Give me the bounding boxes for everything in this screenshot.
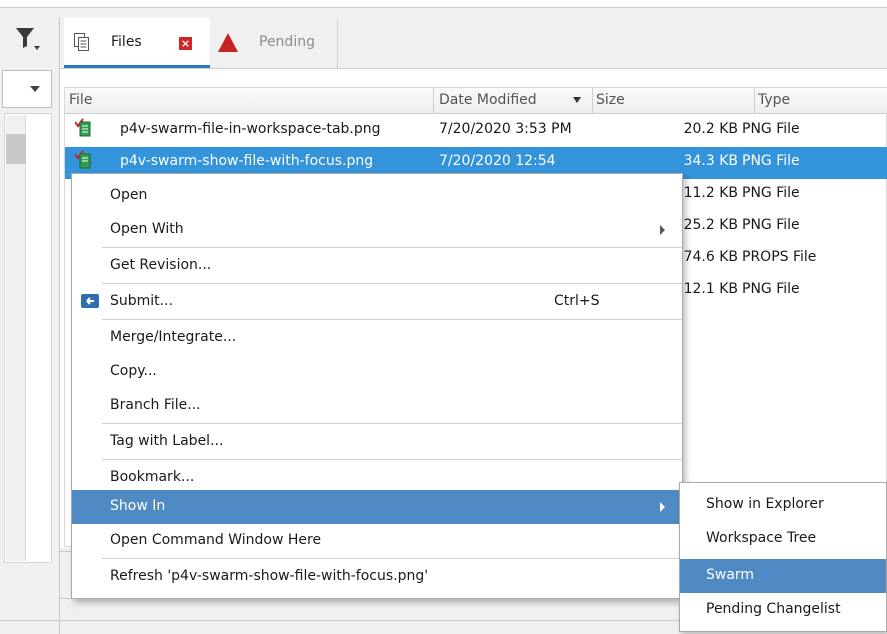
tab-pending[interactable]: Pending: [212, 18, 338, 68]
file-name: p4v-swarm-file-in-workspace-tab.png: [120, 121, 381, 137]
file-type: PNG File: [742, 281, 800, 297]
menu-item-label: Copy...: [110, 363, 157, 379]
close-icon[interactable]: ×: [179, 37, 192, 50]
left-list: [4, 113, 52, 563]
menu-separator: [102, 319, 682, 320]
menu-separator: [102, 283, 682, 284]
filter-icon[interactable]: [14, 24, 42, 54]
file-size: 34.3 KB: [683, 153, 738, 169]
sort-descending-icon: [573, 97, 581, 103]
menu-item-label: Show In: [110, 498, 166, 514]
context-menu: Open Open With Get Revision... Submit...…: [71, 173, 683, 599]
column-header-file[interactable]: File: [69, 92, 92, 108]
menu-item-merge-integrate[interactable]: Merge/Integrate...: [72, 321, 682, 355]
window-top-edge: [0, 0, 887, 8]
menu-item-shortcut: Ctrl+S: [554, 293, 600, 309]
menu-item-label: Refresh 'p4v-swarm-show-file-with-focus.…: [110, 568, 429, 584]
menu-item-label: Open Command Window Here: [110, 532, 322, 548]
menu-item-label: Workspace Tree: [706, 530, 817, 546]
chevron-down-icon[interactable]: [30, 86, 40, 92]
menu-item-open-command-window[interactable]: Open Command Window Here: [72, 524, 682, 558]
scrollbar-thumb[interactable]: [6, 134, 26, 164]
menu-item-label: Tag with Label...: [110, 433, 224, 449]
file-type: PNG File: [742, 185, 800, 201]
chevron-right-icon: [660, 502, 665, 512]
show-in-submenu: Show in Explorer Workspace Tree Swarm Pe…: [679, 482, 887, 632]
filter-dropdown[interactable]: [2, 70, 52, 108]
scrollbar[interactable]: [6, 115, 26, 561]
column-header-date-modified[interactable]: Date Modified: [439, 92, 537, 108]
file-checked-out-icon: [74, 118, 91, 138]
tab-files-label: Files: [111, 34, 142, 50]
column-divider[interactable]: [754, 88, 755, 114]
menu-item-label: Open: [110, 187, 148, 203]
submit-icon: [80, 292, 100, 310]
tab-pending-label: Pending: [259, 34, 315, 50]
menu-item-label: Show in Explorer: [706, 496, 824, 512]
menu-item-branch-file[interactable]: Branch File...: [72, 389, 682, 423]
grid-header: File Date Modified Size Type: [65, 88, 887, 114]
column-header-type[interactable]: Type: [758, 92, 790, 108]
file-checked-out-icon: [74, 150, 91, 170]
menu-item-label: Merge/Integrate...: [110, 329, 237, 345]
menu-separator: [102, 423, 682, 424]
submenu-item-swarm[interactable]: Swarm: [680, 559, 886, 593]
submenu-item-show-in-explorer[interactable]: Show in Explorer: [680, 488, 886, 522]
file-type: PNG File: [742, 153, 800, 169]
menu-item-label: Open With: [110, 221, 184, 237]
file-type: PNG File: [742, 217, 800, 233]
menu-item-get-revision[interactable]: Get Revision...: [72, 249, 682, 283]
menu-item-show-in[interactable]: Show In: [72, 490, 682, 524]
menu-item-tag-with-label[interactable]: Tag with Label...: [72, 425, 682, 459]
menu-item-refresh[interactable]: Refresh 'p4v-swarm-show-file-with-focus.…: [72, 560, 682, 594]
file-type: PNG File: [742, 121, 800, 137]
menu-item-label: Bookmark...: [110, 469, 195, 485]
tab-bar: Files × Pending: [60, 18, 887, 68]
tab-files[interactable]: Files ×: [64, 18, 210, 68]
menu-item-label: Branch File...: [110, 397, 201, 413]
column-header-size[interactable]: Size: [596, 92, 625, 108]
menu-item-copy[interactable]: Copy...: [72, 355, 682, 389]
file-size: 20.2 KB: [683, 121, 738, 137]
column-divider[interactable]: [433, 88, 434, 114]
menu-item-open-with[interactable]: Open With: [72, 213, 682, 247]
menu-separator: [102, 558, 682, 559]
left-filter-panel: [0, 18, 60, 634]
menu-item-label: Get Revision...: [110, 257, 212, 273]
menu-item-submit[interactable]: Submit... Ctrl+S: [72, 285, 682, 319]
file-name: p4v-swarm-show-file-with-focus.png: [120, 153, 374, 169]
column-divider[interactable]: [592, 88, 593, 114]
menu-separator: [102, 459, 682, 460]
menu-item-label: Swarm: [706, 567, 755, 583]
files-icon: [74, 33, 90, 52]
file-date: 7/20/2020 12:54: [439, 153, 556, 169]
file-date: 7/20/2020 3:53 PM: [439, 121, 572, 137]
menu-item-label: Submit...: [110, 293, 174, 309]
menu-separator: [102, 247, 682, 248]
chevron-right-icon: [660, 225, 665, 235]
file-type: PROPS File: [742, 249, 817, 265]
table-row[interactable]: p4v-swarm-file-in-workspace-tab.png 7/20…: [65, 115, 887, 147]
menu-item-open[interactable]: Open: [72, 179, 682, 213]
submenu-item-workspace-tree[interactable]: Workspace Tree: [680, 522, 886, 556]
submenu-item-pending-changelist[interactable]: Pending Changelist: [680, 593, 886, 627]
warning-icon: [218, 33, 238, 52]
menu-item-label: Pending Changelist: [706, 601, 841, 617]
